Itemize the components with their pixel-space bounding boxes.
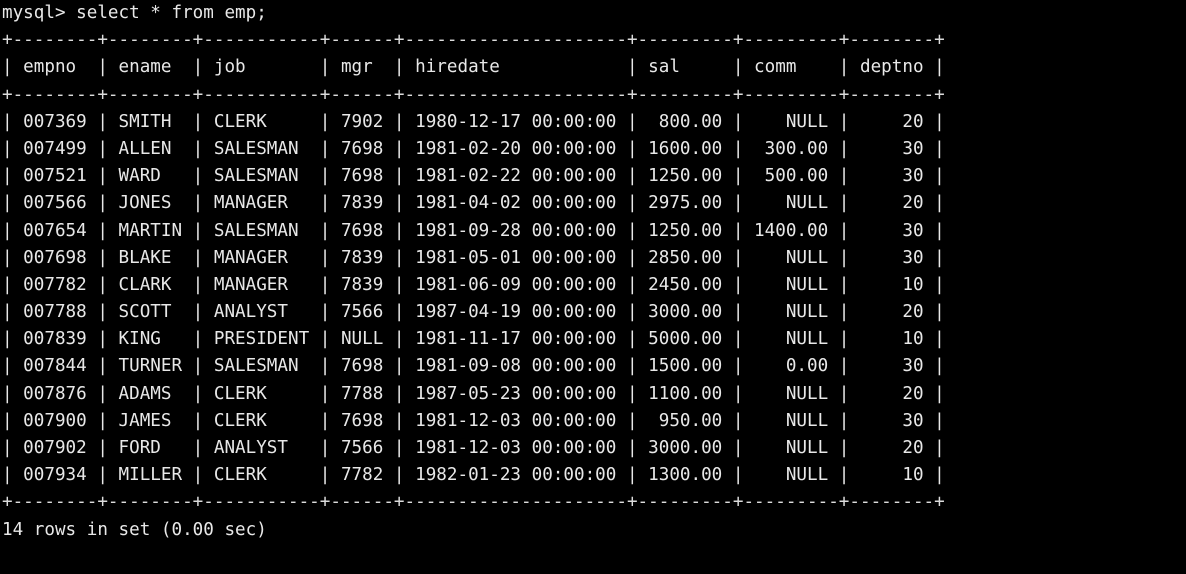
- table-bottom-border: +--------+--------+-----------+------+--…: [2, 492, 945, 513]
- table-row: | 007839 | KING | PRESIDENT | NULL | 198…: [2, 329, 945, 350]
- table-row: | 007876 | ADAMS | CLERK | 7788 | 1987-0…: [2, 383, 945, 404]
- table-body: | 007369 | SMITH | CLERK | 7902 | 1980-1…: [0, 109, 1186, 490]
- table-row: | 007698 | BLAKE | MANAGER | 7839 | 1981…: [2, 247, 945, 268]
- table-row: | 007654 | MARTIN | SALESMAN | 7698 | 19…: [2, 220, 945, 241]
- table-header-row: | empno | ename | job | mgr | hiredate |…: [2, 57, 945, 78]
- table-row: | 007782 | CLARK | MANAGER | 7839 | 1981…: [2, 274, 945, 295]
- table-row: | 007499 | ALLEN | SALESMAN | 7698 | 198…: [2, 138, 945, 159]
- mysql-prompt-line: mysql> select * from emp;: [2, 3, 267, 23]
- table-row: | 007900 | JAMES | CLERK | 7698 | 1981-1…: [2, 410, 945, 431]
- table-row: | 007844 | TURNER | SALESMAN | 7698 | 19…: [2, 356, 945, 377]
- result-status-line: 14 rows in set (0.00 sec): [2, 519, 267, 540]
- table-row: | 007934 | MILLER | CLERK | 7782 | 1982-…: [2, 465, 945, 486]
- table-top-border: +--------+--------+-----------+------+--…: [2, 30, 945, 51]
- terminal-window[interactable]: mysql> select * from emp; +--------+----…: [0, 0, 1186, 574]
- table-row: | 007521 | WARD | SALESMAN | 7698 | 1981…: [2, 166, 945, 187]
- table-row: | 007902 | FORD | ANALYST | 7566 | 1981-…: [2, 438, 945, 458]
- table-row: | 007788 | SCOTT | ANALYST | 7566 | 1987…: [2, 302, 945, 323]
- table-header-separator: +--------+--------+-----------+------+--…: [2, 84, 945, 105]
- table-row: | 007369 | SMITH | CLERK | 7902 | 1980-1…: [2, 111, 945, 132]
- table-row: | 007566 | JONES | MANAGER | 7839 | 1981…: [2, 193, 945, 214]
